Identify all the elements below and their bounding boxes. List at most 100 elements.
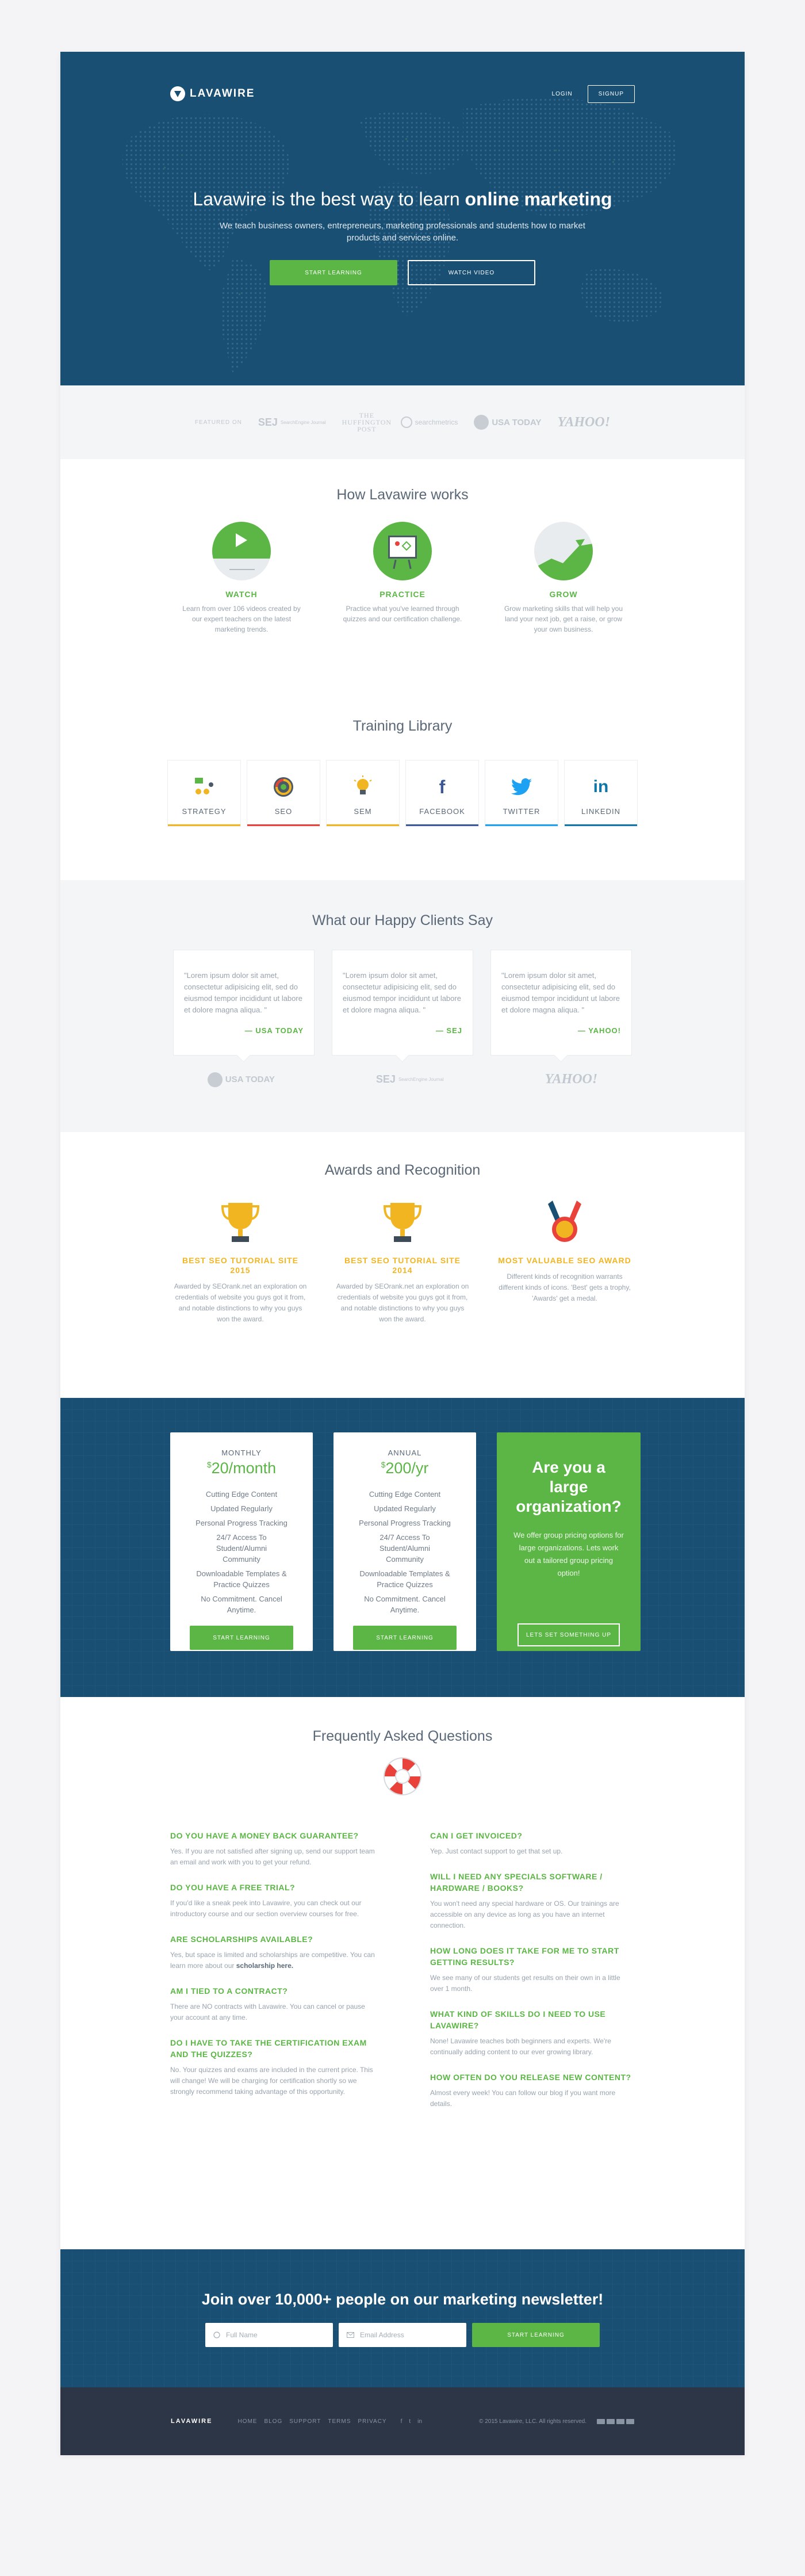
faq-answer: Yes, but space is limited and scholarshi… bbox=[170, 1950, 375, 1971]
testimonials-section: What our Happy Clients Say "Lorem ipsum … bbox=[60, 880, 745, 1132]
trophy-icon bbox=[220, 1199, 260, 1245]
plan-period: MONTHLY bbox=[221, 1448, 262, 1457]
plan-start-learning-button[interactable]: START LEARNING bbox=[353, 1626, 457, 1650]
plan-price: $200/yr bbox=[334, 1459, 476, 1477]
copyright: © 2015 Lavawire, LLC. All rights reserve… bbox=[479, 2418, 586, 2425]
featured-logo-huffington: THE HUFFINGTON POST bbox=[342, 411, 392, 433]
footer-logo[interactable]: LAVAWIRE bbox=[171, 2418, 212, 2425]
email-field[interactable]: Email Address bbox=[339, 2323, 466, 2347]
trophy-icon bbox=[382, 1199, 423, 1245]
footer: LAVAWIRE HOME BLOG SUPPORT TERMS PRIVACY… bbox=[60, 2387, 745, 2455]
award-item: BEST SEO TUTORIAL SITE 2015 Awarded by S… bbox=[174, 1199, 307, 1325]
newsletter-submit-button[interactable]: START LEARNING bbox=[472, 2323, 600, 2347]
faq-answer: There are NO contracts with Lavawire. Yo… bbox=[170, 2002, 365, 2021]
searchmetrics-icon bbox=[400, 416, 412, 428]
linkedin-icon[interactable]: in bbox=[417, 2418, 422, 2425]
step-grow: GROW Grow marketing skills that will hel… bbox=[501, 522, 626, 635]
library-item-twitter[interactable]: TWITTER bbox=[485, 760, 558, 827]
faq-question: AM I TIED TO A CONTRACT? bbox=[170, 1986, 288, 1996]
library-item-label: STRATEGY bbox=[182, 807, 227, 816]
full-name-field[interactable]: Full Name bbox=[205, 2323, 333, 2347]
faq-answer: Yep. Just contact support to get that se… bbox=[430, 1847, 563, 1855]
library-item-sem[interactable]: SEM bbox=[326, 760, 400, 827]
hero-section: LAVAWIRE LOGIN SIGNUP Lavawire is the be… bbox=[60, 52, 745, 385]
footer-links: HOME BLOG SUPPORT TERMS PRIVACY bbox=[237, 2418, 386, 2425]
steps-row: WATCH Learn from over 106 videos created… bbox=[60, 522, 745, 635]
hero-title: Lavawire is the best way to learn online… bbox=[60, 189, 745, 210]
faq-question: HOW LONG DOES IT TAKE FOR ME TO START GE… bbox=[430, 1946, 619, 1967]
newsletter-section: Join over 10,000+ people on our marketin… bbox=[60, 2249, 745, 2387]
award-description: Awarded by SEOrank.net an exploration on… bbox=[336, 1282, 469, 1323]
step-description: Practice what you've learned through qui… bbox=[343, 605, 462, 623]
plan-feature: Downloadable Templates & Practice Quizze… bbox=[196, 1569, 287, 1589]
plan-feature: 24/7 Access To Student/Alumni Community bbox=[379, 1533, 431, 1564]
footer-left: LAVAWIRE HOME BLOG SUPPORT TERMS PRIVACY… bbox=[171, 2418, 422, 2425]
footer-link-home[interactable]: HOME bbox=[237, 2418, 257, 2425]
testimonial-logos: USA TODAY SEJ SearchEngine Journal YAHOO! bbox=[60, 1072, 745, 1087]
training-library-title: Training Library bbox=[352, 718, 453, 734]
faq-answer: Yes. If you are not satisfied after sign… bbox=[170, 1847, 375, 1866]
sej-logo-text: SEJ bbox=[375, 1073, 396, 1085]
plan-feature: Personal Progress Tracking bbox=[359, 1519, 451, 1527]
lifebuoy-icon bbox=[385, 1759, 420, 1794]
newsletter-form: Full Name Email Address START LEARNING bbox=[60, 2323, 745, 2347]
library-item-label: TWITTER bbox=[503, 807, 540, 816]
grid-background bbox=[60, 2249, 745, 2387]
watch-video-button[interactable]: WATCH VIDEO bbox=[408, 260, 535, 285]
award-description: Awarded by SEOrank.net an exploration on… bbox=[174, 1282, 307, 1323]
pricing-plans: MONTHLY $20/month Cutting Edge Content U… bbox=[170, 1432, 641, 1651]
signup-button[interactable]: SIGNUP bbox=[587, 85, 635, 103]
start-learning-button[interactable]: START LEARNING bbox=[270, 260, 397, 285]
how-it-works-section: How Lavawire works WATCH Learn from over… bbox=[60, 459, 745, 712]
usatoday-circle-icon bbox=[207, 1072, 223, 1087]
footer-right: © 2015 Lavawire, LLC. All rights reserve… bbox=[479, 2418, 634, 2425]
testimonial-logo-usatoday: USA TODAY bbox=[207, 1072, 275, 1087]
usatoday-circle-icon bbox=[474, 415, 489, 430]
award-title: BEST SEO TUTORIAL SITE 2014 bbox=[344, 1256, 461, 1275]
pricing-section: MONTHLY $20/month Cutting Edge Content U… bbox=[60, 1398, 745, 1697]
testimonial-logo-yahoo: YAHOO! bbox=[545, 1072, 598, 1087]
footer-link-terms[interactable]: TERMS bbox=[328, 2418, 351, 2425]
featured-logo-usatoday: USA TODAY bbox=[474, 415, 541, 430]
plan-currency: $ bbox=[206, 1460, 212, 1469]
facebook-icon[interactable]: f bbox=[401, 2418, 402, 2425]
library-item-bar bbox=[565, 824, 637, 826]
plan-feature: Updated Regularly bbox=[210, 1504, 273, 1513]
twitter-icon[interactable]: t bbox=[409, 2418, 411, 2425]
login-link[interactable]: LOGIN bbox=[552, 91, 573, 97]
plan-feature: No Commitment. Cancel Anytime. bbox=[201, 1595, 282, 1614]
growth-chart-icon bbox=[534, 522, 593, 580]
email-placeholder: Email Address bbox=[360, 2331, 404, 2339]
twitter-icon bbox=[509, 774, 534, 800]
faq-question: HOW OFTEN DO YOU RELEASE NEW CONTENT? bbox=[430, 2073, 631, 2082]
testimonial-source: — YAHOO! bbox=[577, 1026, 621, 1035]
library-item-strategy[interactable]: STRATEGY bbox=[167, 760, 241, 827]
plan-feature: Downloadable Templates & Practice Quizze… bbox=[359, 1569, 450, 1589]
medal-icon bbox=[545, 1199, 585, 1245]
nav-actions: LOGIN SIGNUP bbox=[552, 85, 635, 103]
footer-link-blog[interactable]: BLOG bbox=[264, 2418, 282, 2425]
library-item-label: FACEBOOK bbox=[419, 807, 465, 816]
plan-period: ANNUAL bbox=[388, 1448, 422, 1457]
plan-start-learning-button[interactable]: START LEARNING bbox=[190, 1626, 293, 1650]
footer-link-support[interactable]: SUPPORT bbox=[289, 2418, 321, 2425]
sej-logo-subtext: SearchEngine Journal bbox=[280, 419, 326, 425]
library-item-bar bbox=[485, 824, 558, 826]
library-item-label: LINKEDIN bbox=[581, 807, 620, 816]
logo-text: LAVAWIRE bbox=[190, 87, 255, 100]
library-item-seo[interactable]: SEO bbox=[247, 760, 320, 827]
set-something-up-button[interactable]: LETS SET SOMETHING UP bbox=[518, 1623, 620, 1646]
footer-link-privacy[interactable]: PRIVACY bbox=[358, 2418, 386, 2425]
plan-feature: Updated Regularly bbox=[374, 1504, 436, 1513]
library-item-linkedin[interactable]: in LINKEDIN bbox=[564, 760, 638, 827]
logo[interactable]: LAVAWIRE bbox=[170, 86, 255, 101]
newsletter-title-post: on our marketing newsletter! bbox=[386, 2291, 604, 2308]
linkedin-icon: in bbox=[593, 777, 609, 796]
library-item-bar bbox=[327, 824, 399, 826]
plan-price: $20/month bbox=[170, 1459, 313, 1477]
hero-buttons: START LEARNING WATCH VIDEO bbox=[60, 260, 745, 285]
faq-question: DO I HAVE TO TAKE THE CERTIFICATION EXAM… bbox=[170, 2038, 367, 2059]
testimonial-card: "Lorem ipsum dolor sit amet, consectetur… bbox=[173, 950, 315, 1056]
scholarship-link[interactable]: scholarship here. bbox=[236, 1962, 293, 1970]
library-item-facebook[interactable]: f FACEBOOK bbox=[405, 760, 479, 827]
